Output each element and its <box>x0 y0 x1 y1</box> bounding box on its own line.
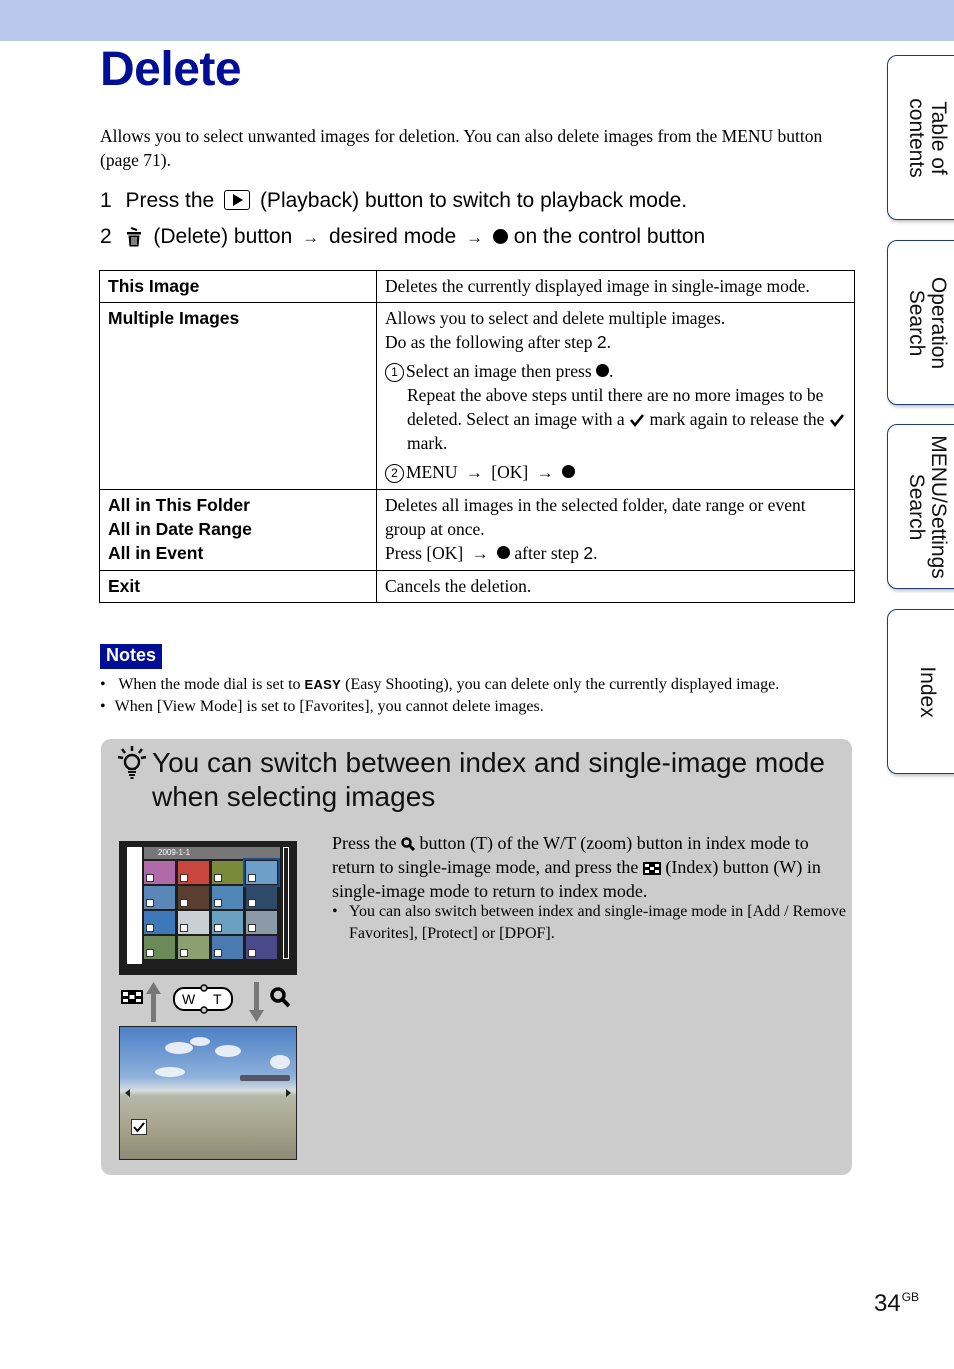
thumbnail <box>246 886 277 909</box>
magnifier-icon <box>270 987 291 1008</box>
mode-name: Exit <box>99 570 377 603</box>
checkmark-icon <box>630 414 645 428</box>
cloud <box>215 1045 241 1057</box>
thumbnail <box>144 861 175 884</box>
hint-title: You can switch between index and single-… <box>152 747 825 812</box>
intro-text: Allows you to select unwanted images for… <box>100 126 823 170</box>
thumbnail-checkbox <box>180 874 188 882</box>
thumbnail <box>178 861 209 884</box>
thumbnail-checkbox <box>214 924 222 932</box>
thumbnail <box>144 936 175 959</box>
notes-list: When the mode dial is set to EASY (Easy … <box>100 674 860 718</box>
thumbnail-checkbox <box>146 949 154 957</box>
index-left-column <box>127 847 142 964</box>
arrow-down-icon <box>249 982 264 1022</box>
mode-name: This Image <box>99 270 377 303</box>
thumbnail-checkbox <box>248 874 256 882</box>
index-icon <box>121 990 143 1004</box>
mode-description: Deletes all images in the selected folde… <box>376 489 855 571</box>
thumbnail <box>246 911 277 934</box>
table-row: This Image Deletes the currently display… <box>99 270 855 303</box>
page-title: Delete <box>100 43 242 96</box>
notes-label: Notes <box>100 644 163 669</box>
table-row: Multiple Images Allows you to select and… <box>99 302 855 490</box>
thumbnail <box>178 936 209 959</box>
control-button-center-icon <box>561 465 575 478</box>
thumbnail <box>144 911 175 934</box>
sub-step-1: 1 Select an image then press . Repeat the… <box>385 359 846 455</box>
thumbnail <box>212 911 243 934</box>
magnifier-icon <box>401 837 415 851</box>
thumbnail-checkbox <box>248 949 256 957</box>
prev-arrow-icon <box>125 1089 130 1097</box>
table-row: Exit Cancels the deletion. <box>99 570 855 603</box>
tab-operation-search[interactable]: Operation Search <box>887 240 954 405</box>
step-2: 2 (Delete) button → desired mode → on th… <box>100 225 706 248</box>
thumbnail-checkbox <box>248 899 256 907</box>
thumbnail-checkbox <box>180 899 188 907</box>
thumbnail-checkbox <box>146 924 154 932</box>
distant-ship <box>240 1075 290 1081</box>
cloud <box>165 1042 193 1054</box>
wt-w-label: W <box>182 991 196 1007</box>
index-scrollbar <box>283 847 289 959</box>
control-button-center-icon <box>497 546 511 559</box>
thumbnail-checkbox <box>146 874 154 882</box>
tab-menu-settings-search[interactable]: MENU/Settings Search <box>887 424 954 589</box>
zoom-lever-diagram: W T <box>121 982 291 1022</box>
thumbnail-checkbox <box>214 899 222 907</box>
thumbnail <box>212 936 243 959</box>
thumbnail <box>212 861 243 884</box>
mode-name: Multiple Images <box>99 302 377 490</box>
next-arrow-icon <box>286 1089 291 1097</box>
thumbnail-checkbox <box>146 899 154 907</box>
tab-index[interactable]: Index <box>887 609 954 774</box>
mode-description: Allows you to select and delete multiple… <box>376 302 855 490</box>
control-button-center-icon <box>596 364 610 377</box>
control-button-center-icon <box>492 229 508 244</box>
index-icon <box>642 862 661 875</box>
lightbulb-hint-icon <box>117 746 147 779</box>
checkbox-checked-icon <box>131 1119 147 1135</box>
thumbnail <box>246 936 277 959</box>
thumbnail-checkbox <box>180 949 188 957</box>
note-item: When [View Mode] is set to [Favorites], … <box>100 696 860 718</box>
checkmark-icon <box>829 414 844 428</box>
arrow-up-icon <box>146 982 161 1022</box>
index-screen-illustration: 2009-1-1 <box>119 841 297 975</box>
cloud <box>190 1037 210 1046</box>
step-1: 1 Press the (Playback) button to switch … <box>100 189 688 212</box>
header-bar <box>0 0 954 41</box>
hint-text: Press the button (T) of the W/T (zoom) b… <box>332 833 821 901</box>
thumbnail <box>144 886 175 909</box>
delete-modes-table: This Image Deletes the currently display… <box>99 270 855 603</box>
thumbnail <box>178 911 209 934</box>
note-item: When the mode dial is set to EASY (Easy … <box>100 674 860 696</box>
index-date-header: 2009-1-1 <box>144 847 280 859</box>
mode-name: All in This Folder All in Date Range All… <box>99 489 377 571</box>
thumbnail-checkbox <box>214 949 222 957</box>
thumbnail-checkbox <box>214 874 222 882</box>
thumbnail <box>212 886 243 909</box>
playback-icon <box>224 190 251 210</box>
trash-icon <box>126 227 141 247</box>
hint-bullet: You can also switch between index and si… <box>332 901 854 945</box>
thumbnail-checkbox <box>248 924 256 932</box>
sub-step-2: 2 MENU → [OK] → <box>385 460 846 485</box>
page-number: 34GB <box>874 1290 920 1317</box>
wt-t-label: T <box>213 991 222 1007</box>
thumbnail <box>243 858 280 887</box>
single-image-screen-illustration <box>119 1026 297 1160</box>
cloud <box>155 1067 185 1077</box>
mode-description: Deletes the currently displayed image in… <box>376 270 855 303</box>
thumbnail-checkbox <box>180 924 188 932</box>
mode-description: Cancels the deletion. <box>376 570 855 603</box>
thumbnail <box>178 886 209 909</box>
tab-table-of-contents[interactable]: Table of contents <box>887 55 954 220</box>
easy-mode-icon: EASY <box>304 677 342 692</box>
cloud <box>270 1055 290 1069</box>
table-row: All in This Folder All in Date Range All… <box>99 489 855 571</box>
